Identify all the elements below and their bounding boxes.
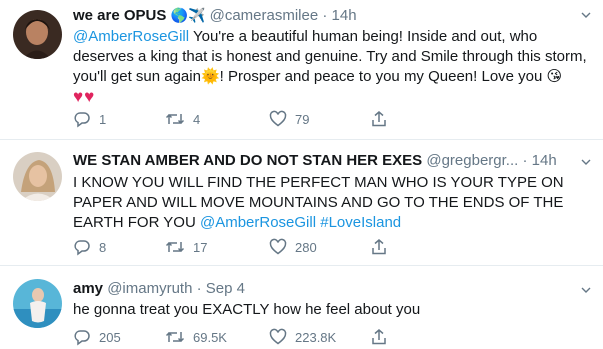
display-name[interactable]: WE STAN AMBER AND DO NOT STAN HER EXES — [73, 152, 422, 169]
kiss-emoji: 😘 — [546, 68, 563, 85]
share-icon — [372, 239, 386, 255]
separator: · — [322, 7, 328, 24]
share-icon — [372, 329, 386, 345]
display-name[interactable]: amy — [73, 280, 103, 297]
tweet[interactable]: WE STAN AMBER AND DO NOT STAN HER EXES @… — [0, 140, 603, 266]
tweet-text: he gonna treat you EXACTLY how he feel a… — [73, 300, 593, 320]
display-name[interactable]: we are OPUS — [73, 7, 166, 24]
tweet-text: @AmberRoseGill You're a beautiful human … — [73, 27, 593, 108]
tweet-text-part: he gonna treat you EXACTLY how he feel a… — [73, 301, 421, 318]
tweet[interactable]: amy @imamyruth · Sep 4 he gonna treat yo… — [0, 266, 603, 349]
avatar[interactable] — [13, 152, 62, 201]
timestamp[interactable]: 14h — [332, 7, 357, 24]
tweet-actions: 8 17 280 — [73, 238, 473, 258]
separator: · — [196, 280, 202, 297]
retweet-icon — [165, 241, 185, 253]
like-count: 280 — [295, 239, 317, 255]
mention-link[interactable]: @AmberRoseGill — [200, 214, 316, 231]
reply-icon — [74, 112, 90, 128]
tweet-actions: 1 4 79 — [73, 110, 473, 130]
retweet-count: 69.5K — [193, 329, 227, 345]
chevron-down-icon[interactable] — [581, 285, 591, 295]
like-icon — [269, 110, 287, 127]
share-button[interactable] — [370, 328, 388, 346]
reply-count: 205 — [99, 329, 121, 345]
share-button[interactable] — [370, 238, 388, 256]
like-count: 79 — [295, 111, 310, 127]
reply-button[interactable]: 205 — [73, 328, 121, 346]
chevron-down-icon[interactable] — [581, 157, 591, 167]
handle[interactable]: @camerasmilee — [210, 7, 319, 24]
tweet-header: WE STAN AMBER AND DO NOT STAN HER EXES @… — [73, 152, 557, 170]
mention-link[interactable]: @AmberRoseGill — [73, 28, 189, 45]
retweet-icon — [165, 113, 185, 125]
retweet-button[interactable]: 69.5K — [165, 328, 227, 346]
tweet[interactable]: we are OPUS 🌎✈️ @camerasmilee · 14h @Amb… — [0, 0, 603, 140]
tweet-text: I KNOW YOU WILL FIND THE PERFECT MAN WHO… — [73, 173, 593, 233]
timestamp[interactable]: Sep 4 — [206, 280, 245, 297]
retweet-icon — [165, 331, 185, 343]
retweet-count: 4 — [193, 111, 201, 127]
tweet-text-part: ! Prosper and peace to you my Queen! Lov… — [219, 68, 547, 85]
retweet-button[interactable]: 17 — [165, 238, 207, 256]
chevron-down-icon[interactable] — [581, 10, 591, 20]
timestamp[interactable]: 14h — [532, 152, 557, 169]
tweet-header: amy @imamyruth · Sep 4 — [73, 280, 245, 298]
reply-button[interactable]: 8 — [73, 238, 106, 256]
avatar[interactable] — [13, 10, 62, 59]
reply-count: 8 — [99, 239, 107, 255]
sun-emoji: 🌞 — [200, 68, 220, 85]
reply-icon — [74, 240, 90, 256]
reply-icon — [74, 330, 90, 346]
share-icon — [372, 111, 386, 127]
hashtag-link[interactable]: #LoveIsland — [320, 214, 401, 231]
like-icon — [269, 238, 287, 255]
share-button[interactable] — [370, 110, 388, 128]
like-button[interactable]: 280 — [269, 238, 317, 256]
tweet-actions: 205 69.5K 223.8K — [73, 328, 473, 348]
separator: · — [522, 152, 528, 169]
tweet-text-part: I KNOW YOU WILL FIND THE PERFECT MAN WHO… — [73, 174, 564, 231]
handle[interactable]: @imamyruth — [107, 280, 192, 297]
like-button[interactable]: 79 — [269, 110, 309, 128]
like-icon — [269, 328, 287, 345]
reply-count: 1 — [99, 111, 107, 127]
avatar[interactable] — [13, 279, 62, 328]
name-emoji: 🌎✈️ — [170, 7, 206, 23]
reply-button[interactable]: 1 — [73, 110, 106, 128]
handle[interactable]: @gregbergr... — [426, 152, 518, 169]
hearts-emoji: ♥♥ — [73, 87, 96, 106]
retweet-button[interactable]: 4 — [165, 110, 200, 128]
like-count: 223.8K — [295, 329, 337, 345]
like-button[interactable]: 223.8K — [269, 328, 336, 346]
retweet-count: 17 — [193, 239, 208, 255]
tweet-header: we are OPUS 🌎✈️ @camerasmilee · 14h — [73, 6, 357, 25]
